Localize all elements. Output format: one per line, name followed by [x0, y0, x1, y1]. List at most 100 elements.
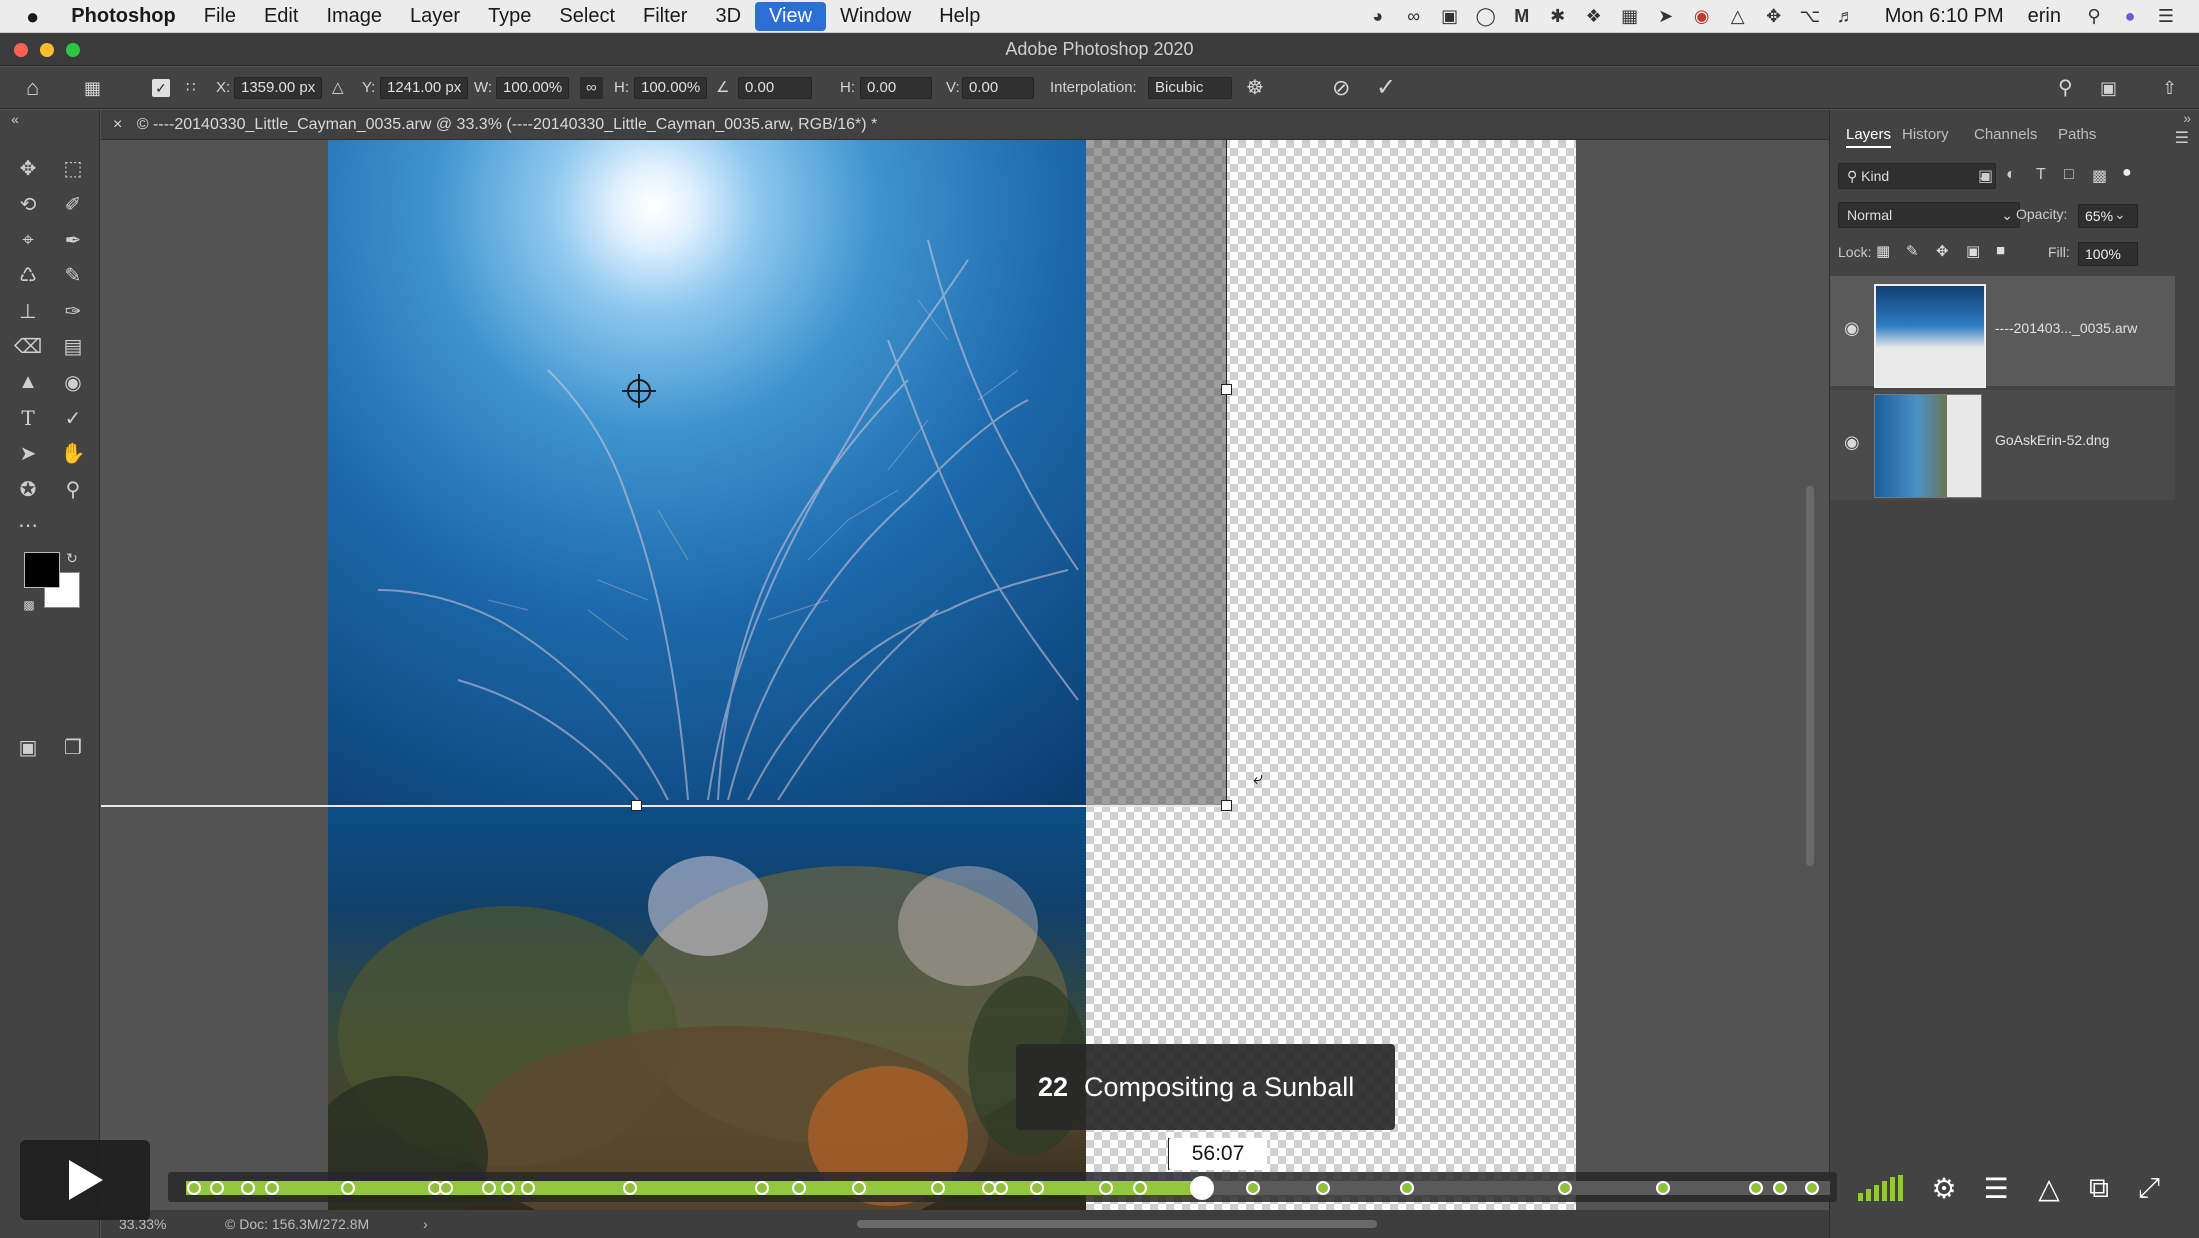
lock-all-icon[interactable]: ■ [1996, 242, 2005, 259]
circle-o-icon[interactable]: ◯ [1473, 6, 1499, 28]
blur-tool-icon[interactable]: ▲ [13, 367, 43, 397]
user-name[interactable]: erin [2028, 5, 2061, 28]
link-icon[interactable]: ∞ [580, 77, 603, 99]
apple-icon[interactable]: ● [0, 0, 57, 33]
menu-type[interactable]: Type [474, 0, 545, 33]
chapter-marker-dot[interactable] [521, 1181, 535, 1195]
v-skew-field[interactable]: 0.00 [962, 77, 1034, 99]
chapter-marker-dot[interactable] [1749, 1181, 1763, 1195]
filter-shape-icon[interactable]: □ [2064, 166, 2074, 184]
spotlight-search-icon[interactable]: ⚲ [2081, 6, 2107, 28]
y-position-field[interactable]: 1241.00 px [380, 77, 469, 99]
foreground-color-swatch[interactable] [24, 552, 60, 588]
chapter-marker-dot[interactable] [439, 1181, 453, 1195]
fullscreen-icon[interactable]: ⤢ [2132, 1172, 2166, 1204]
height-field[interactable]: 100.00% [634, 77, 708, 99]
opacity-chevron-icon[interactable]: ⌄ [2114, 206, 2126, 223]
chapter-marker-dot[interactable] [1316, 1181, 1330, 1195]
screen-mode-icon[interactable]: ❐ [58, 732, 88, 762]
brush-tool-icon[interactable]: ✎ [58, 260, 88, 290]
reference-point-icon[interactable]: ∷ [186, 77, 196, 99]
move-icon[interactable]: ✥ [1761, 6, 1787, 28]
type-tool-icon[interactable]: T [13, 403, 43, 433]
airplay-icon[interactable]: △ [1725, 6, 1751, 28]
close-window-button[interactable] [14, 43, 28, 57]
panel-scrollbar[interactable] [1806, 486, 1814, 866]
layer-name[interactable]: ----201403..._0035.arw [1995, 320, 2137, 336]
blend-mode-select[interactable]: Normal ⌄ [1838, 202, 2020, 228]
filter-type-icon[interactable]: T [2036, 166, 2046, 184]
chapter-marker-dot[interactable] [1133, 1181, 1147, 1195]
play-button[interactable] [20, 1140, 150, 1220]
m-logo-icon[interactable]: M [1509, 6, 1535, 28]
dropbox-icon[interactable]: ❖ [1581, 6, 1607, 28]
document-tab[interactable]: × © ----20140330_Little_Cayman_0035.arw … [101, 110, 1829, 140]
chapter-marker-dot[interactable] [187, 1181, 201, 1195]
chapter-marker-dot[interactable] [852, 1181, 866, 1195]
reference-point-checkbox[interactable]: ✓ [152, 79, 170, 97]
delta-icon[interactable]: △ [332, 77, 344, 99]
close-tab-icon[interactable]: × [113, 116, 122, 133]
menu-layer[interactable]: Layer [396, 0, 474, 33]
share-icon[interactable]: ⇧ [2162, 77, 2177, 99]
gradient-tool-icon[interactable]: ▤ [58, 331, 88, 361]
layer-row[interactable]: ◉ ----201403..._0035.arw [1830, 276, 2175, 388]
tab-channels[interactable]: Channels [1974, 126, 2037, 143]
siri-icon[interactable]: ● [2117, 6, 2143, 28]
wifi-icon[interactable]: ⌥ [1797, 6, 1823, 28]
tab-layers[interactable]: Layers [1846, 126, 1892, 148]
chapter-marker-dot[interactable] [792, 1181, 806, 1195]
chapter-marker-dot[interactable] [994, 1181, 1008, 1195]
transform-handle-bottom-middle[interactable] [631, 800, 642, 811]
home-icon[interactable]: ⌂ [26, 77, 39, 99]
chapter-marker-dot[interactable] [341, 1181, 355, 1195]
filter-adjustment-icon[interactable]: ◐ [2006, 166, 2016, 184]
menu-3d[interactable]: 3D [701, 0, 755, 33]
volume-icon[interactable]: ♬ [1833, 6, 1859, 28]
fill-field[interactable]: 100% [2078, 242, 2138, 266]
notification-center-icon[interactable]: ☰ [2153, 6, 2179, 28]
status-chevron-icon[interactable]: › [423, 1210, 428, 1238]
default-colors-icon[interactable]: ▩ [20, 596, 38, 614]
commit-transform-icon[interactable]: ✓ [1376, 76, 1396, 100]
cancel-transform-icon[interactable]: ⊘ [1332, 77, 1350, 99]
layer-filter-select[interactable]: ⚲ Kind ⌄ [1838, 163, 1996, 189]
lock-pixels-icon[interactable]: ✎ [1906, 242, 1919, 260]
chapter-marker-dot[interactable] [265, 1181, 279, 1195]
workspace-icon[interactable]: ▣ [2100, 77, 2117, 99]
healing-brush-tool-icon[interactable]: ♺ [13, 260, 43, 290]
video-scrubber-knob[interactable] [1190, 1176, 1214, 1200]
lock-artboard-icon[interactable]: ▣ [1966, 242, 1980, 260]
move-tool-icon[interactable]: ✥ [13, 153, 43, 183]
dodge-tool-icon[interactable]: ◉ [58, 367, 88, 397]
chapter-marker-dot[interactable] [210, 1181, 224, 1195]
chapter-marker-dot[interactable] [1030, 1181, 1044, 1195]
menu-select[interactable]: Select [545, 0, 629, 33]
forward-icon[interactable]: ➤ [1653, 6, 1679, 28]
doc-size[interactable]: © Doc: 156.3M/272.8M [225, 1210, 369, 1238]
panel-collapse-icon[interactable]: » [2183, 110, 2191, 126]
transform-handle-bottom-right[interactable] [1221, 800, 1232, 811]
quick-mask-icon[interactable]: ▣ [13, 732, 43, 762]
display-icon[interactable]: ▣ [1437, 6, 1463, 28]
layer-name[interactable]: GoAskErin-52.dng [1995, 432, 2109, 448]
layer-visibility-eye-icon[interactable]: ◉ [1844, 318, 1860, 339]
eyedropper-tool-icon[interactable]: ✒ [58, 225, 88, 255]
airplay-icon[interactable]: △ [2032, 1172, 2066, 1204]
tab-paths[interactable]: Paths [2058, 126, 2096, 143]
interpolation-select[interactable]: Bicubic [1148, 77, 1232, 99]
volume-bars-icon[interactable] [1858, 1172, 1906, 1204]
clock[interactable]: Mon 6:10 PM [1885, 5, 2004, 28]
collapse-chevrons-icon[interactable]: « [2, 110, 28, 128]
chapter-marker-dot[interactable] [1773, 1181, 1787, 1195]
menu-image[interactable]: Image [312, 0, 396, 33]
history-brush-tool-icon[interactable]: ✑ [58, 296, 88, 326]
opacity-field[interactable]: 65% [2078, 204, 2138, 228]
zoom-tool-icon[interactable]: ⚲ [58, 474, 88, 504]
record-icon[interactable]: ◉ [1689, 6, 1715, 28]
menu-edit[interactable]: Edit [250, 0, 312, 33]
chapter-marker-dot[interactable] [1805, 1181, 1819, 1195]
bluetooth-icon[interactable]: ✱ [1545, 6, 1571, 28]
hand-tool-icon[interactable]: ✋ [58, 438, 88, 468]
settings-gear-icon[interactable]: ⚙ [1928, 1172, 1960, 1204]
